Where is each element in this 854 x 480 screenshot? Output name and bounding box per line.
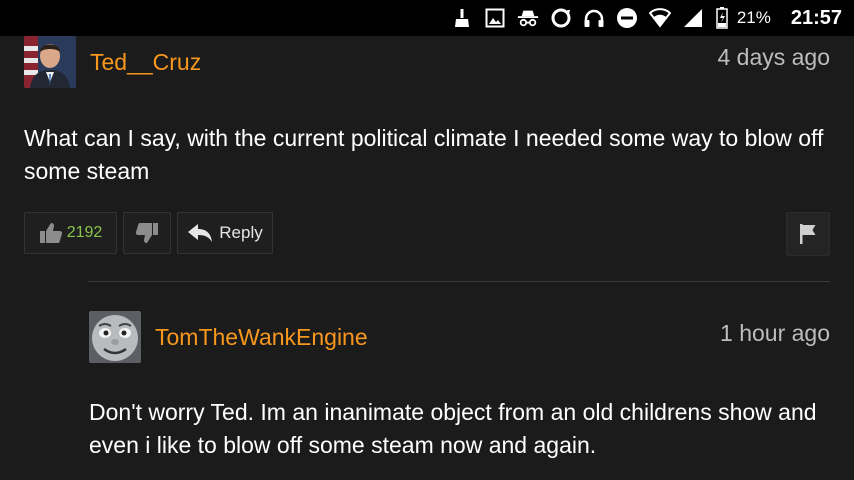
flag-button[interactable] <box>786 212 830 256</box>
circle-sync-icon <box>550 7 572 29</box>
username[interactable]: TomTheWankEngine <box>155 324 368 351</box>
reply-label: Reply <box>219 223 263 242</box>
headphones-icon <box>583 7 605 29</box>
avatar[interactable] <box>24 36 76 88</box>
battery-charging-icon <box>715 7 729 29</box>
flag-icon <box>799 223 817 245</box>
like-button[interactable]: 2192 <box>24 212 117 254</box>
comment-text: Don't worry Ted. Im an inanimate object … <box>89 399 817 458</box>
broom-icon <box>451 7 473 29</box>
reply-button[interactable]: Reply <box>177 212 273 254</box>
thumbs-down-icon <box>135 222 159 244</box>
status-icons: 21% 21:57 <box>440 0 854 36</box>
wifi-icon <box>648 7 671 29</box>
incognito-icon <box>517 7 539 29</box>
reply-arrow-icon <box>187 223 213 243</box>
status-bar: 21% 21:57 <box>0 0 854 36</box>
reply-divider <box>88 281 830 282</box>
signal-icon <box>682 7 704 29</box>
avatar[interactable] <box>89 311 141 363</box>
timestamp: 1 hour ago <box>720 320 830 346</box>
thumbs-up-icon <box>39 222 63 244</box>
clock: 21:57 <box>790 6 842 29</box>
comments-panel: Ted__Cruz 4 days ago What can I say, wit… <box>0 36 854 480</box>
image-icon <box>484 7 506 29</box>
comment-header: Ted__Cruz <box>24 36 201 88</box>
like-count: 2192 <box>66 224 103 241</box>
comment-header: TomTheWankEngine <box>89 311 368 363</box>
username[interactable]: Ted__Cruz <box>90 49 201 76</box>
do-not-disturb-icon <box>616 7 638 29</box>
timestamp: 4 days ago <box>717 44 830 70</box>
comment-text: What can I say, with the current politic… <box>24 125 824 184</box>
dislike-button[interactable] <box>123 212 171 254</box>
battery-percent: 21% <box>736 8 771 27</box>
